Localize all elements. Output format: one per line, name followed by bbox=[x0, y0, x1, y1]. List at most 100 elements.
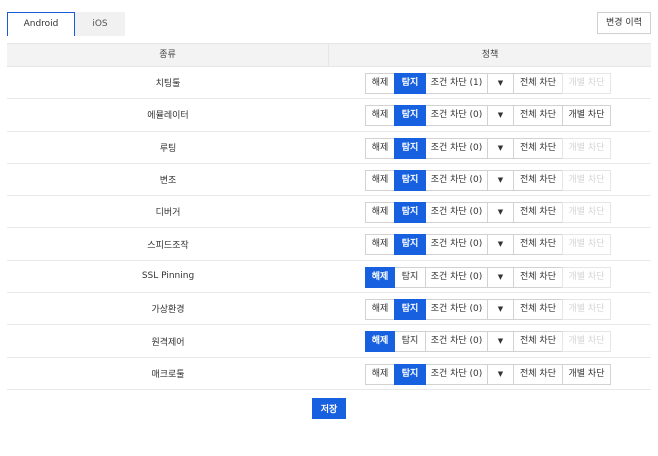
release-button[interactable]: 해제 bbox=[365, 363, 395, 385]
row-policy-cell: 해제 탐지 조건 차단 (0) ▼ 전체 차단 개별 차단 bbox=[329, 293, 651, 324]
detect-button[interactable]: 탐지 bbox=[394, 234, 426, 256]
platform-tabs: Android iOS bbox=[7, 12, 125, 36]
block-individual-button: 개별 차단 bbox=[562, 202, 611, 224]
block-all-button[interactable]: 전체 차단 bbox=[513, 331, 563, 353]
row-policy-cell: 해제 탐지 조건 차단 (0) ▼ 전체 차단 개별 차단 bbox=[329, 261, 651, 292]
table-row: 변조 해제 탐지 조건 차단 (0) ▼ 전체 차단 개별 차단 bbox=[7, 164, 651, 197]
block-all-button[interactable]: 전체 차단 bbox=[513, 73, 563, 94]
row-policy-cell: 해제 탐지 조건 차단 (0) ▼ 전체 차단 개별 차단 bbox=[329, 358, 651, 389]
detect-button[interactable]: 탐지 bbox=[394, 137, 426, 159]
chevron-down-icon[interactable]: ▼ bbox=[487, 105, 514, 127]
policy-control-group: 해제 탐지 조건 차단 (0) ▼ 전체 차단 개별 차단 bbox=[365, 331, 611, 353]
chevron-down-icon[interactable]: ▼ bbox=[487, 202, 514, 224]
row-type-label: 원격제어 bbox=[151, 337, 185, 348]
row-policy-cell: 해제 탐지 조건 차단 (0) ▼ 전체 차단 개별 차단 bbox=[329, 228, 651, 259]
row-policy-cell: 해제 탐지 조건 차단 (0) ▼ 전체 차단 개별 차단 bbox=[329, 196, 651, 227]
policy-control-group: 해제 탐지 조건 차단 (0) ▼ 전체 차단 개별 차단 bbox=[365, 299, 611, 321]
block-individual-button: 개별 차단 bbox=[562, 169, 611, 191]
conditional-block-button[interactable]: 조건 차단 (1) bbox=[425, 73, 488, 94]
release-button[interactable]: 해제 bbox=[365, 331, 395, 353]
table-row: 에뮬레이터 해제 탐지 조건 차단 (0) ▼ 전체 차단 개별 차단 bbox=[7, 99, 651, 132]
row-type-label: 에뮬레이터 bbox=[147, 111, 189, 122]
block-individual-button: 개별 차단 bbox=[562, 137, 611, 159]
release-button[interactable]: 해제 bbox=[365, 169, 395, 191]
row-type-label: 치팅툴 bbox=[155, 79, 181, 90]
chevron-down-icon[interactable]: ▼ bbox=[487, 73, 514, 94]
block-individual-button[interactable]: 개별 차단 bbox=[562, 363, 611, 385]
row-type-label: 변조 bbox=[159, 176, 177, 187]
chevron-down-icon[interactable]: ▼ bbox=[487, 169, 514, 191]
policy-control-group: 해제 탐지 조건 차단 (0) ▼ 전체 차단 개별 차단 bbox=[365, 105, 611, 127]
block-all-button[interactable]: 전체 차단 bbox=[513, 266, 563, 288]
save-button[interactable]: 저장 bbox=[312, 398, 346, 419]
policy-control-group: 해제 탐지 조건 차단 (0) ▼ 전체 차단 개별 차단 bbox=[365, 234, 611, 256]
row-policy-cell: 해제 탐지 조건 차단 (0) ▼ 전체 차단 개별 차단 bbox=[329, 164, 651, 195]
table-row: SSL Pinning 해제 탐지 조건 차단 (0) ▼ 전체 차단 개별 차단 bbox=[7, 261, 651, 294]
conditional-block-button[interactable]: 조건 차단 (0) bbox=[425, 169, 488, 191]
policy-control-group: 해제 탐지 조건 차단 (0) ▼ 전체 차단 개별 차단 bbox=[365, 266, 611, 288]
block-individual-button: 개별 차단 bbox=[562, 299, 611, 321]
block-individual-button: 개별 차단 bbox=[562, 266, 611, 288]
detect-button[interactable]: 탐지 bbox=[394, 202, 426, 224]
table-row: 치팅툴 해제 탐지 조건 차단 (1) ▼ 전체 차단 개별 차단 bbox=[7, 67, 651, 100]
block-all-button[interactable]: 전체 차단 bbox=[513, 137, 563, 159]
policy-control-group: 해제 탐지 조건 차단 (0) ▼ 전체 차단 개별 차단 bbox=[365, 363, 611, 385]
detect-button[interactable]: 탐지 bbox=[394, 105, 426, 127]
release-button[interactable]: 해제 bbox=[365, 105, 395, 127]
release-button[interactable]: 해제 bbox=[365, 202, 395, 224]
row-policy-cell: 해제 탐지 조건 차단 (0) ▼ 전체 차단 개별 차단 bbox=[329, 132, 651, 163]
row-type-label: 매크로툴 bbox=[151, 369, 185, 380]
block-all-button[interactable]: 전체 차단 bbox=[513, 234, 563, 256]
table-row: 루팅 해제 탐지 조건 차단 (0) ▼ 전체 차단 개별 차단 bbox=[7, 132, 651, 164]
detect-button[interactable]: 탐지 bbox=[394, 73, 426, 94]
block-all-button[interactable]: 전체 차단 bbox=[513, 363, 563, 385]
block-individual-button: 개별 차단 bbox=[562, 73, 611, 94]
row-policy-cell: 해제 탐지 조건 차단 (0) ▼ 전체 차단 개별 차단 bbox=[329, 99, 651, 130]
row-policy-cell: 해제 탐지 조건 차단 (1) ▼ 전체 차단 개별 차단 bbox=[329, 67, 651, 98]
policy-control-group: 해제 탐지 조건 차단 (0) ▼ 전체 차단 개별 차단 bbox=[365, 137, 611, 159]
tab-ios[interactable]: iOS bbox=[75, 12, 125, 36]
detect-button[interactable]: 탐지 bbox=[394, 299, 426, 321]
conditional-block-button[interactable]: 조건 차단 (0) bbox=[425, 363, 488, 385]
row-type-label: 루팅 bbox=[159, 143, 177, 154]
release-button[interactable]: 해제 bbox=[365, 234, 395, 256]
table-row: 스피드조작 해제 탐지 조건 차단 (0) ▼ 전체 차단 개별 차단 bbox=[7, 228, 651, 261]
release-button[interactable]: 해제 bbox=[365, 266, 395, 288]
header-type: 종류 bbox=[7, 44, 329, 66]
release-button[interactable]: 해제 bbox=[365, 137, 395, 159]
chevron-down-icon[interactable]: ▼ bbox=[487, 266, 514, 288]
chevron-down-icon[interactable]: ▼ bbox=[487, 331, 514, 353]
chevron-down-icon[interactable]: ▼ bbox=[487, 234, 514, 256]
block-all-button[interactable]: 전체 차단 bbox=[513, 202, 563, 224]
release-button[interactable]: 해제 bbox=[365, 299, 395, 321]
block-all-button[interactable]: 전체 차단 bbox=[513, 105, 563, 127]
block-all-button[interactable]: 전체 차단 bbox=[513, 299, 563, 321]
detect-button[interactable]: 탐지 bbox=[394, 266, 426, 288]
chevron-down-icon[interactable]: ▼ bbox=[487, 137, 514, 159]
table-row: 가상환경 해제 탐지 조건 차단 (0) ▼ 전체 차단 개별 차단 bbox=[7, 293, 651, 326]
row-type-label: SSL Pinning bbox=[141, 271, 195, 282]
table-header: 종류 정책 bbox=[7, 43, 651, 67]
release-button[interactable]: 해제 bbox=[365, 73, 395, 94]
conditional-block-button[interactable]: 조건 차단 (0) bbox=[425, 299, 488, 321]
change-history-button[interactable]: 변경 이력 bbox=[597, 12, 651, 34]
policy-table: 종류 정책 치팅툴 해제 탐지 조건 차단 (1) ▼ 전체 차단 개별 차단 에뮬레이터 해제… bbox=[7, 43, 651, 390]
conditional-block-button[interactable]: 조건 차단 (0) bbox=[425, 137, 488, 159]
conditional-block-button[interactable]: 조건 차단 (0) bbox=[425, 234, 488, 256]
conditional-block-button[interactable]: 조건 차단 (0) bbox=[425, 202, 488, 224]
conditional-block-button[interactable]: 조건 차단 (0) bbox=[425, 105, 488, 127]
detect-button[interactable]: 탐지 bbox=[394, 331, 426, 353]
block-individual-button[interactable]: 개별 차단 bbox=[562, 105, 611, 127]
row-type-label: 스피드조작 bbox=[147, 240, 189, 251]
chevron-down-icon[interactable]: ▼ bbox=[487, 299, 514, 321]
detect-button[interactable]: 탐지 bbox=[394, 363, 426, 385]
conditional-block-button[interactable]: 조건 차단 (0) bbox=[425, 266, 488, 288]
chevron-down-icon[interactable]: ▼ bbox=[487, 363, 514, 385]
tab-android[interactable]: Android bbox=[7, 12, 75, 36]
detect-button[interactable]: 탐지 bbox=[394, 169, 426, 191]
conditional-block-button[interactable]: 조건 차단 (0) bbox=[425, 331, 488, 353]
block-individual-button: 개별 차단 bbox=[562, 234, 611, 256]
table-row: 디버거 해제 탐지 조건 차단 (0) ▼ 전체 차단 개별 차단 bbox=[7, 196, 651, 229]
block-all-button[interactable]: 전체 차단 bbox=[513, 169, 563, 191]
table-row: 원격제어 해제 탐지 조건 차단 (0) ▼ 전체 차단 개별 차단 bbox=[7, 325, 651, 358]
